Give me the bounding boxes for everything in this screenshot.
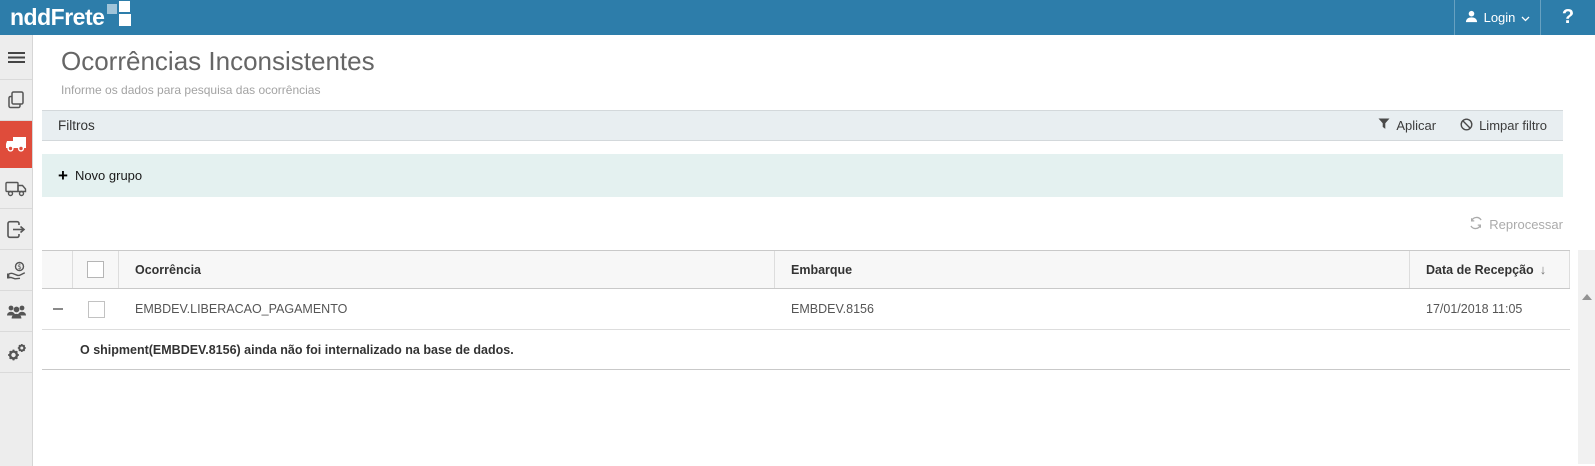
login-label: Login (1483, 10, 1516, 25)
sidebar-item-payments[interactable]: $ (0, 250, 32, 291)
sidebar: $ (0, 35, 33, 466)
help-button[interactable]: ? (1540, 0, 1595, 35)
clear-filter-label: Limpar filtro (1479, 118, 1547, 133)
apply-filter-button[interactable]: Aplicar (1378, 118, 1436, 133)
sidebar-item-delivery[interactable] (0, 168, 32, 209)
select-all-checkbox[interactable] (87, 261, 104, 278)
page-title: Ocorrências Inconsistentes (61, 46, 375, 76)
ban-icon (1460, 117, 1473, 134)
collapse-row-button[interactable] (42, 308, 73, 310)
minus-icon (52, 308, 63, 310)
logo-mark-icon (107, 1, 133, 28)
cell-ocorrencia: EMBDEV.LIBERACAO_PAGAMENTO (135, 302, 348, 316)
clear-filter-button[interactable]: Limpar filtro (1460, 117, 1547, 134)
app-header: nddFrete Login ? (0, 0, 1595, 35)
cell-embarque: EMBDEV.8156 (791, 302, 874, 316)
sidebar-item-documents[interactable] (0, 80, 32, 121)
refresh-icon (1469, 216, 1483, 233)
page-subtitle: Informe os dados para pesquisa das ocorr… (61, 83, 321, 97)
table-row[interactable]: EMBDEV.LIBERACAO_PAGAMENTO EMBDEV.8156 1… (42, 289, 1570, 330)
funnel-icon (1378, 118, 1390, 133)
cell-data-recepcao: 17/01/2018 11:05 (1426, 302, 1523, 316)
reprocess-button[interactable]: Reprocessar (1469, 216, 1563, 233)
row-detail-message: O shipment(EMBDEV.8156) ainda não foi in… (42, 330, 1570, 370)
truck-icon (5, 136, 27, 153)
reprocess-row: Reprocessar (42, 211, 1563, 237)
reprocess-label: Reprocessar (1489, 216, 1563, 232)
login-menu[interactable]: Login (1454, 0, 1540, 35)
main-content: Ocorrências Inconsistentes Informe os da… (33, 35, 1595, 466)
row-checkbox[interactable] (87, 300, 105, 318)
filters-bar: Filtros Aplicar Limpar filtro (42, 110, 1563, 141)
hand-coin-icon: $ (6, 261, 27, 280)
row-checkbox-cell (73, 300, 119, 318)
sidebar-item-freight-occurrences[interactable] (0, 121, 32, 168)
hamburger-icon (7, 51, 25, 64)
plus-icon: + (58, 166, 68, 185)
column-header-ocorrencia[interactable]: Ocorrência (119, 251, 775, 288)
svg-text:$: $ (17, 263, 21, 271)
users-icon (6, 303, 27, 320)
sidebar-item-settings[interactable] (0, 332, 32, 373)
scroll-up-icon[interactable] (1582, 294, 1592, 300)
select-all-cell (73, 251, 119, 288)
occurrences-grid: Ocorrência Embarque Data de Recepção ↓ E… (42, 250, 1595, 464)
new-group-button[interactable]: + Novo grupo (58, 167, 142, 184)
filters-label: Filtros (58, 118, 95, 133)
user-icon (1465, 10, 1478, 26)
new-group-label: Novo grupo (74, 168, 143, 183)
vertical-scrollbar[interactable] (1578, 250, 1595, 464)
help-icon: ? (1561, 6, 1575, 28)
column-header-data-recepcao[interactable]: Data de Recepção ↓ (1410, 251, 1570, 288)
export-icon (6, 220, 26, 239)
header-spacer (133, 0, 1454, 35)
sidebar-item-menu-toggle[interactable] (0, 35, 32, 80)
apply-filter-label: Aplicar (1396, 118, 1437, 133)
grid-header-row: Ocorrência Embarque Data de Recepção ↓ (42, 250, 1570, 289)
delivery-truck-icon (5, 180, 27, 197)
expander-column-header (42, 251, 73, 288)
page-head: Ocorrências Inconsistentes Informe os da… (33, 35, 1595, 97)
app-logo[interactable]: nddFrete (0, 0, 133, 35)
logo-text: nddFrete (10, 4, 105, 30)
group-bar: + Novo grupo (42, 154, 1563, 197)
copy-icon (6, 90, 26, 110)
sidebar-item-export[interactable] (0, 209, 32, 250)
column-header-embarque[interactable]: Embarque (775, 251, 1410, 288)
chevron-down-icon (1521, 10, 1530, 25)
gears-icon (6, 343, 27, 362)
sort-desc-icon: ↓ (1539, 262, 1547, 277)
sidebar-item-users[interactable] (0, 291, 32, 332)
